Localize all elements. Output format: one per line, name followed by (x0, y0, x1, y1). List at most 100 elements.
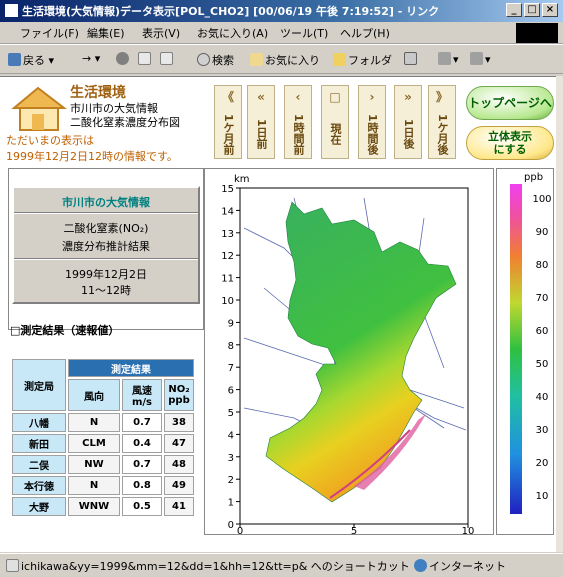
x-axis-ticks: 0 5 10 (237, 524, 475, 535)
status-zone: インターネット (414, 558, 506, 574)
y-tick-label: 9 (228, 318, 234, 329)
colorbar-tick-label: 20 (536, 458, 549, 469)
y-tick-label: 6 (228, 386, 234, 397)
no2-concentration-map: km 0123456789101112131415 0 5 10 (221, 174, 475, 535)
folders-button[interactable]: フォルダ (333, 52, 392, 68)
panel-sub2: 濃度分布推計結果 (62, 240, 150, 253)
brand-title: 生活環境 (70, 85, 126, 101)
y-tick-label: 5 (228, 408, 234, 419)
colorbar-tick-label: 90 (536, 227, 549, 238)
y-tick-label: 3 (228, 453, 234, 464)
info-box: 市川市の大気情報 二酸化窒素(NO₂) 濃度分布推計結果 1999年12月2日 … (12, 186, 200, 304)
nav-1-hour-back[interactable]: ‹ 1時間前 (284, 85, 312, 159)
3d-view-button[interactable]: 立体表示 にする (466, 126, 554, 160)
window-title: 生活環境(大気情報)データ表示[POL_CHO2] [00/06/19 午後 7… (22, 5, 440, 18)
refresh-icon[interactable] (138, 52, 153, 66)
language-icon[interactable]: ▾ (438, 52, 459, 66)
ie-app-icon[interactable] (4, 3, 19, 18)
y-tick-label: 2 (228, 475, 234, 486)
colorbar: ppb 100 90 80 70 60 50 40 30 20 10 (510, 172, 552, 514)
colorbar-tick-label: 10 (536, 491, 549, 502)
internet-globe-icon (414, 559, 427, 572)
menu-favorites[interactable]: お気に入り(A) (197, 25, 268, 41)
y-tick-label: 13 (221, 229, 234, 240)
measured-results-title: □測定結果（速報値） (10, 324, 120, 337)
windows-logo (516, 23, 558, 43)
home-icon[interactable] (160, 52, 175, 66)
col-wind-direction: 風向 (68, 379, 120, 411)
y-tick-label: 10 (221, 296, 234, 307)
col-wind-speed: 風速 m/s (122, 379, 162, 411)
table-caption: 測定結果 (68, 359, 194, 377)
favorites-icon (250, 53, 263, 66)
house-logo-icon (11, 86, 67, 131)
display-note-1: ただいまの表示は (6, 134, 94, 147)
colorbar-tick-label: 80 (536, 260, 549, 271)
search-button[interactable]: 検索 (197, 52, 234, 68)
brand-line2: 二酸化窒素濃度分布図 (70, 116, 180, 129)
panel-date: 1999年12月2日 (65, 268, 147, 281)
menu-view[interactable]: 表示(V) (142, 25, 180, 41)
folder-icon (333, 53, 346, 66)
col-no2: NO₂ ppb (164, 379, 194, 411)
colorbar-gradient (510, 184, 522, 514)
back-button[interactable]: 戻る ▾ (8, 52, 54, 68)
colorbar-tick-label: 40 (536, 392, 549, 403)
table-row: 八幡 N 0.7 38 (12, 413, 194, 432)
nav-1-month-back[interactable]: 《 1ケ月前 (214, 85, 242, 159)
favorites-button[interactable]: お気に入り (250, 52, 320, 68)
y-tick-label: 1 (228, 498, 234, 509)
nav-1-hour-forward[interactable]: › 1時間後 (358, 85, 386, 159)
search-icon (197, 53, 210, 66)
colorbar-tick-label: 70 (536, 293, 549, 304)
top-page-button[interactable]: トップページへ (466, 86, 554, 120)
back-arrow-icon (8, 53, 21, 66)
nav-current[interactable]: □ 現在 (321, 85, 349, 159)
nav-1-day-back[interactable]: «1日前 (247, 85, 275, 159)
x-tick-label: 10 (462, 526, 475, 535)
y-tick-label: 8 (228, 341, 234, 352)
y-tick-label: 0 (228, 520, 234, 531)
nav-1-day-forward[interactable]: » 1日後 (394, 85, 422, 159)
station-header: 測定局 (12, 359, 66, 411)
axis-unit-label: km (234, 174, 250, 185)
y-tick-label: 7 (228, 363, 234, 374)
status-url: ichikawa&yy=1999&mm=12&dd=1&hh=12&tt=p& … (6, 558, 410, 574)
x-tick-label: 0 (237, 526, 243, 535)
page-icon (6, 559, 19, 572)
table-row: 新田 CLM 0.4 47 (12, 434, 194, 453)
y-tick-label: 4 (228, 430, 234, 441)
display-note-2: 1999年12月2日12時の情報です。 (6, 150, 178, 163)
y-tick-label: 15 (221, 184, 234, 195)
nav-1-month-forward[interactable]: 》 1ケ月後 (428, 85, 456, 159)
title-bar: 生活環境(大気情報)データ表示[POL_CHO2] [00/06/19 午後 7… (0, 0, 563, 22)
y-tick-label: 12 (221, 251, 234, 262)
menu-tools[interactable]: ツール(T) (280, 25, 328, 41)
maximize-button[interactable]: □ (524, 3, 540, 17)
colorbar-unit: ppb (524, 172, 543, 183)
colorbar-tick-label: 50 (536, 359, 549, 370)
colorbar-tick-label: 60 (536, 326, 549, 337)
y-tick-label: 11 (221, 274, 234, 285)
table-row: 大野 WNW 0.5 41 (12, 497, 194, 516)
menu-help[interactable]: ヘルプ(H) (340, 25, 390, 41)
stop-icon[interactable] (116, 52, 131, 66)
scrollbar[interactable] (556, 76, 563, 552)
table-row: 本行徳 N 0.8 49 (12, 476, 194, 495)
colorbar-tick-label: 30 (536, 425, 549, 436)
messenger-icon[interactable]: ▾ (470, 52, 491, 66)
y-tick-label: 14 (221, 206, 234, 217)
forward-button[interactable]: → ▾ (82, 52, 100, 65)
measurement-table: 測定局 測定結果 風向 風速 m/s NO₂ ppb 八幡 N 0.7 38 新… (10, 357, 196, 518)
y-axis-ticks: 0123456789101112131415 (221, 184, 240, 531)
table-row: 二俣 NW 0.7 48 (12, 455, 194, 474)
menu-edit[interactable]: 編集(E) (87, 25, 125, 41)
print-icon[interactable] (404, 52, 419, 66)
colorbar-tick-label: 100 (532, 194, 551, 205)
panel-sub1: 二酸化窒素(NO₂) (63, 222, 149, 235)
panel-time: 11～12時 (81, 284, 131, 297)
close-button[interactable]: × (542, 3, 558, 17)
colorbar-ticks: 100 90 80 70 60 50 40 30 20 10 (532, 194, 551, 502)
minimize-button[interactable]: _ (506, 3, 522, 17)
menu-file[interactable]: ファイル(F) (20, 25, 79, 41)
